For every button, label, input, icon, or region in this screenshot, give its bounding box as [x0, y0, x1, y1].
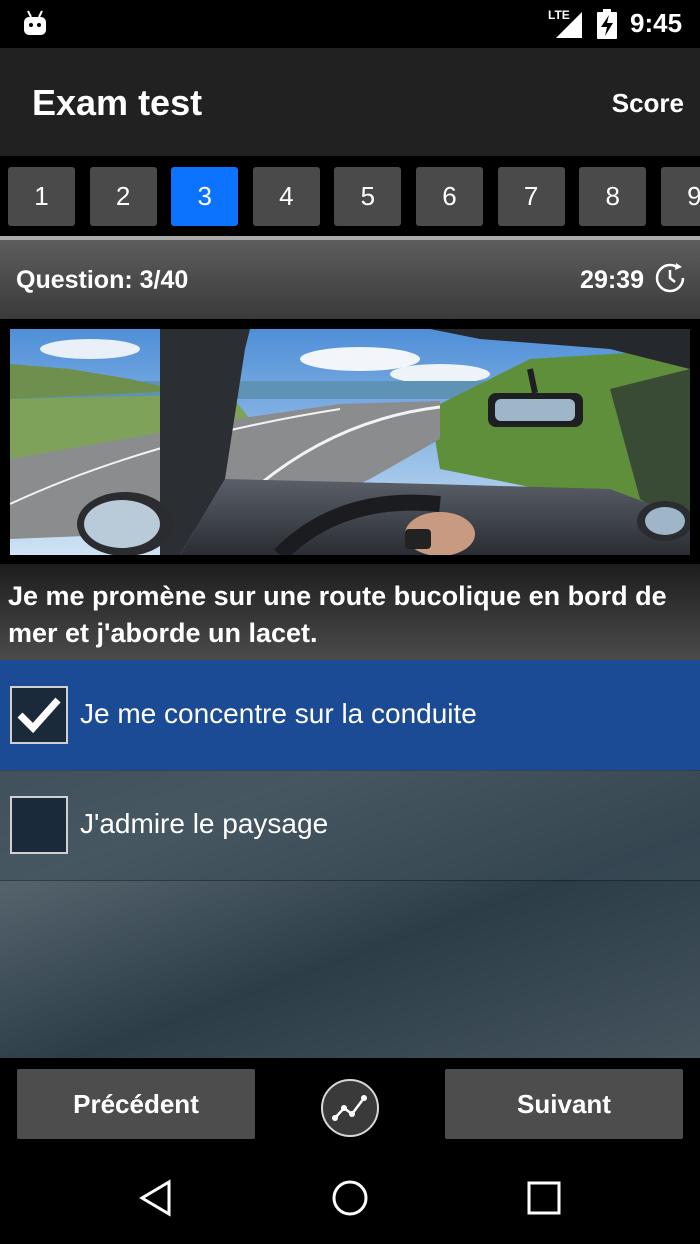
question-tab-4[interactable]: 4	[252, 167, 320, 226]
back-icon[interactable]	[136, 1178, 176, 1218]
answer-option-1[interactable]: Je me concentre sur la conduite	[0, 660, 700, 770]
signal-icon	[556, 12, 582, 38]
question-text: Je me promène sur une route bucolique en…	[8, 581, 667, 648]
checkbox-checked[interactable]	[10, 686, 68, 744]
answer-option-2[interactable]: J'admire le paysage	[0, 770, 700, 880]
checkmark-icon	[17, 697, 61, 734]
score-button[interactable]: Score	[612, 88, 684, 119]
question-tab-1[interactable]: 1	[8, 167, 75, 226]
answer-label: J'admire le paysage	[80, 808, 329, 839]
answers-panel: Je me concentre sur la conduite J'admire…	[0, 660, 700, 1058]
question-tab-2[interactable]: 2	[89, 167, 157, 226]
divider	[0, 880, 700, 881]
question-tab-3[interactable]: 3	[171, 167, 239, 226]
question-counter: Question: 3/40	[16, 266, 189, 294]
page-title: Exam test	[32, 82, 203, 123]
question-number-strip[interactable]: 123456789	[0, 156, 700, 236]
battery-charging-icon	[597, 9, 617, 39]
timer-icon	[655, 263, 685, 293]
previous-button[interactable]: Précédent	[17, 1069, 255, 1139]
question-tab-5[interactable]: 5	[334, 167, 402, 226]
android-notification-icon	[24, 10, 46, 35]
next-button[interactable]: Suivant	[445, 1069, 683, 1139]
clock: 9:45	[630, 8, 683, 38]
question-tab-6[interactable]: 6	[416, 167, 483, 226]
countdown-timer: 29:39	[580, 266, 644, 294]
checkbox-unchecked[interactable]	[10, 796, 68, 854]
question-photo-frame	[0, 319, 700, 564]
question-header: Question: 3/40 29:39	[0, 240, 700, 319]
answer-label: Je me concentre sur la conduite	[80, 698, 477, 729]
question-tab-7[interactable]: 7	[497, 167, 565, 226]
question-photo	[10, 329, 690, 555]
recents-icon[interactable]	[524, 1178, 564, 1218]
bottom-navigation-bar: Précédent Suivant	[0, 1058, 700, 1154]
status-bar: LTE 9:45	[0, 0, 700, 48]
question-text-panel: Je me promène sur une route bucolique en…	[0, 564, 700, 660]
question-tab-8[interactable]: 8	[579, 167, 647, 226]
system-navigation-bar	[0, 1154, 700, 1244]
stats-chart-icon[interactable]	[320, 1078, 380, 1138]
app-bar: Exam test Score	[0, 48, 700, 156]
home-icon[interactable]	[330, 1178, 370, 1218]
question-tab-9[interactable]: 9	[660, 167, 700, 226]
